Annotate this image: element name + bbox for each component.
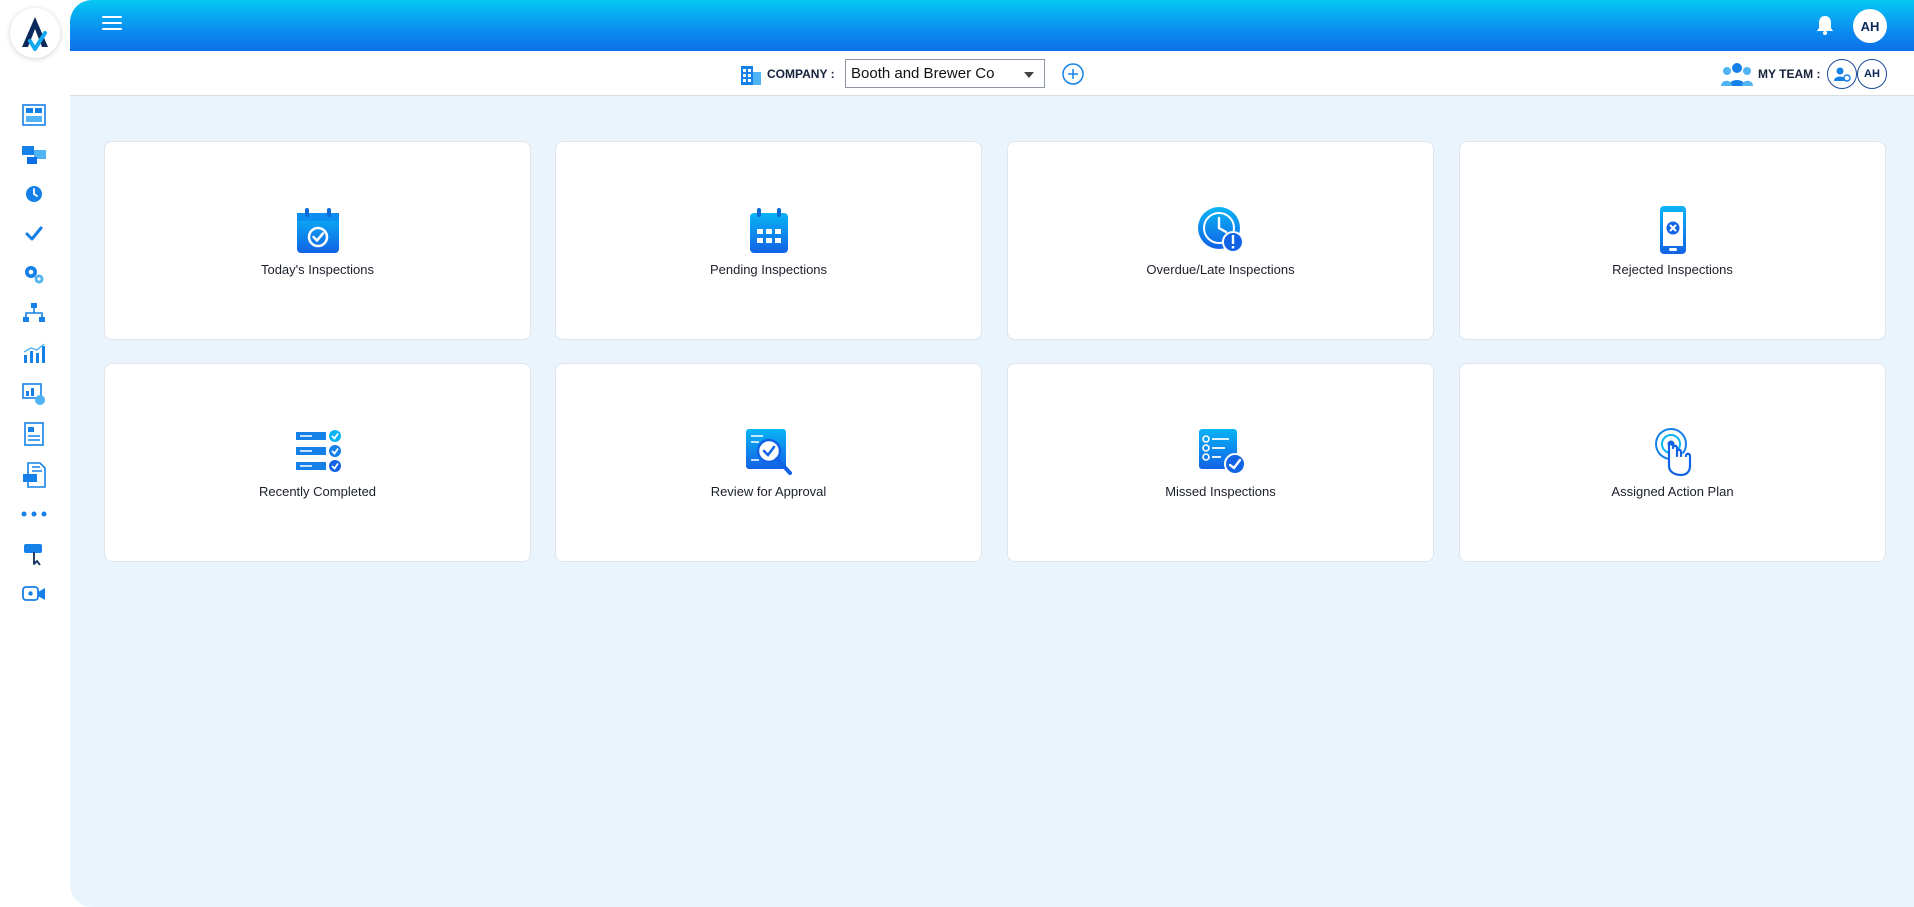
add-company-button[interactable] bbox=[1061, 62, 1085, 86]
hamburger-line bbox=[102, 22, 122, 24]
card-rejected-inspections[interactable]: Rejected Inspections bbox=[1459, 141, 1886, 340]
notifications-button[interactable] bbox=[1814, 14, 1836, 36]
top-bar: AH bbox=[70, 0, 1914, 51]
dashboard-main: Today's Inspections Pending Inspections … bbox=[70, 96, 1914, 907]
app-logo[interactable] bbox=[10, 8, 60, 58]
dashboard-grid-icon bbox=[22, 104, 46, 126]
checklist-icon bbox=[295, 430, 341, 472]
card-label: Overdue/Late Inspections bbox=[1146, 262, 1295, 277]
team-manage-button[interactable] bbox=[1827, 59, 1857, 89]
team-icon bbox=[1721, 63, 1753, 86]
rail-item-dashboard[interactable] bbox=[19, 100, 49, 130]
rail-item-buy[interactable] bbox=[19, 539, 49, 569]
buy-icon bbox=[24, 544, 42, 566]
card-label: Recently Completed bbox=[258, 484, 377, 499]
logo-icon bbox=[22, 17, 48, 51]
more-dots-icon bbox=[21, 511, 47, 517]
card-missed-inspections[interactable]: Missed Inspections bbox=[1007, 363, 1434, 562]
phone-reject-icon bbox=[1659, 206, 1686, 254]
rail-item-computers[interactable] bbox=[19, 140, 49, 170]
rail-item-analytics[interactable] bbox=[19, 379, 49, 409]
user-settings-icon bbox=[1834, 67, 1851, 82]
company-select-value: Booth and Brewer Co bbox=[851, 65, 995, 82]
rail-item-more[interactable] bbox=[19, 499, 49, 529]
team-label: MY TEAM : bbox=[1758, 67, 1821, 81]
card-label: Missed Inspections bbox=[1165, 484, 1276, 499]
hamburger-line bbox=[102, 28, 122, 30]
side-nav bbox=[0, 0, 70, 907]
card-label: Rejected Inspections bbox=[1612, 262, 1733, 277]
card-overdue-inspections[interactable]: Overdue/Late Inspections bbox=[1007, 141, 1434, 340]
bell-icon bbox=[1817, 16, 1833, 35]
log-file-icon bbox=[23, 462, 46, 488]
touch-target-icon bbox=[1654, 428, 1691, 477]
card-label: Review for Approval bbox=[710, 484, 827, 499]
bar-chart-icon bbox=[23, 343, 45, 363]
rail-item-clock[interactable] bbox=[19, 179, 49, 209]
company-label: COMPANY : bbox=[767, 67, 835, 81]
card-label: Today's Inspections bbox=[260, 262, 375, 277]
card-pending-inspections[interactable]: Pending Inspections bbox=[555, 141, 982, 340]
computers-icon bbox=[22, 146, 46, 164]
calendar-grid-icon bbox=[749, 208, 788, 253]
card-label: Assigned Action Plan bbox=[1611, 484, 1734, 499]
checklist-missed-icon bbox=[1198, 429, 1246, 475]
hierarchy-icon bbox=[23, 303, 45, 322]
clock-alert-icon bbox=[1197, 207, 1244, 253]
building-icon bbox=[741, 66, 761, 85]
card-assigned-action-plan[interactable]: Assigned Action Plan bbox=[1459, 363, 1886, 562]
rail-item-help[interactable] bbox=[19, 579, 49, 609]
rail-item-hierarchy[interactable] bbox=[19, 298, 49, 328]
document-icon bbox=[24, 422, 44, 446]
team-member-avatar[interactable]: AH bbox=[1857, 59, 1887, 89]
analytics-icon bbox=[22, 383, 45, 405]
context-bar: COMPANY : Booth and Brewer Co MY TEAM : … bbox=[70, 51, 1914, 96]
rail-item-checks[interactable] bbox=[19, 219, 49, 249]
chevron-down-icon bbox=[1024, 72, 1034, 78]
hamburger-line bbox=[102, 16, 122, 18]
user-avatar[interactable]: AH bbox=[1853, 9, 1887, 43]
card-todays-inspections[interactable]: Today's Inspections bbox=[104, 141, 531, 340]
rail-item-settings[interactable] bbox=[19, 259, 49, 289]
rail-item-reports[interactable] bbox=[19, 339, 49, 369]
card-recently-completed[interactable]: Recently Completed bbox=[104, 363, 531, 562]
help-video-icon bbox=[22, 586, 45, 601]
checkmark-icon bbox=[25, 226, 43, 241]
clock-icon bbox=[26, 186, 42, 202]
magnifier-check-icon bbox=[745, 429, 792, 475]
calendar-check-icon bbox=[296, 208, 339, 253]
settings-gears-icon bbox=[25, 266, 44, 284]
company-select[interactable]: Booth and Brewer Co bbox=[845, 59, 1045, 88]
card-review-for-approval[interactable]: Review for Approval bbox=[555, 363, 982, 562]
rail-item-logs[interactable] bbox=[19, 460, 49, 490]
menu-toggle-button[interactable] bbox=[102, 16, 122, 32]
rail-item-documents[interactable] bbox=[19, 419, 49, 449]
card-label: Pending Inspections bbox=[709, 262, 828, 277]
